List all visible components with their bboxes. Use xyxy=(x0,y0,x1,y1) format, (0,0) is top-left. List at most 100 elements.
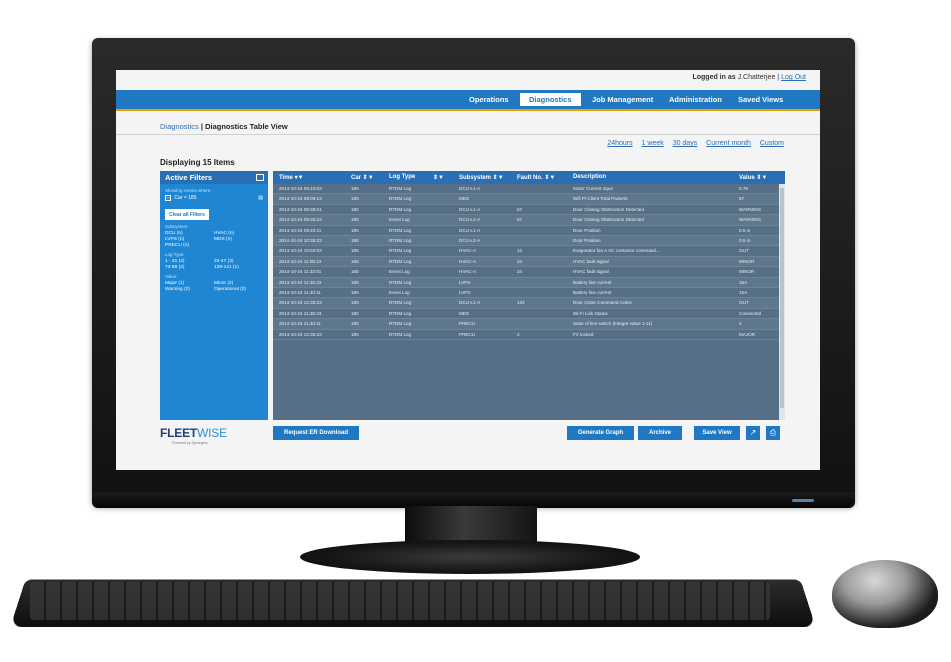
table-row[interactable]: 2014-10-24 10:50:03 185 RTDM Log HVAC-A 12 Ev… xyxy=(273,246,779,257)
table-cell: RTDM Log xyxy=(389,196,412,202)
filter-group-label: Value: xyxy=(165,274,178,279)
nav-diagnostics[interactable]: Diagnostics xyxy=(520,93,581,106)
table-cell: 0.5 m xyxy=(739,227,751,233)
nav-administration[interactable]: Administration xyxy=(669,95,722,104)
table-row[interactable]: 2014-10-24 09:40:11 185 RTDM Log DCU-L1-A Do… xyxy=(273,226,779,236)
table-cell: Event Log xyxy=(389,290,410,295)
nav-operations[interactable]: Operations xyxy=(469,95,509,104)
table-row[interactable]: 2014-10-24 11:05:13 185 RTDM Log HVAC-A 24 HV… xyxy=(273,256,779,268)
breadcrumb-current: Diagnostics Table View xyxy=(205,122,288,131)
main-nav: Operations Diagnostics Job Management Ad… xyxy=(116,90,820,111)
table-row[interactable]: 2014-10-24 11:35:23 185 RTDM Log MDS Wi-Fi L… xyxy=(273,309,779,320)
range-24hours[interactable]: 24hours xyxy=(607,140,632,147)
column-header-time[interactable]: Time ▾▼ xyxy=(279,174,304,181)
remove-filter-icon[interactable]: × xyxy=(165,195,171,201)
filter-option[interactable]: Minor (2) xyxy=(214,281,263,286)
breadcrumb-root[interactable]: Diagnostics xyxy=(160,122,199,131)
filter-option[interactable]: DCU (n) xyxy=(165,231,214,236)
filter-option[interactable]: 1 - 31 (2) xyxy=(165,259,214,264)
monitor-stand-neck xyxy=(405,506,537,544)
filter-option[interactable]: Operational (2) xyxy=(214,287,263,292)
table-cell: HVAC fault signal xyxy=(573,258,609,264)
request-er-download-button[interactable]: Request ER Download xyxy=(273,426,359,440)
print-icon[interactable]: ⎙ xyxy=(766,426,780,440)
nav-job-management[interactable]: Job Management xyxy=(592,95,653,104)
column-header-subsystem[interactable]: Subsystem ⇕▼ xyxy=(459,174,504,181)
list-icon[interactable]: = xyxy=(256,174,264,181)
column-header-fault-no[interactable]: Fault No. ⇕▼ xyxy=(517,174,555,181)
logout-link[interactable]: Log Out xyxy=(781,74,806,81)
table-cell: State of line switch (Integer value 1-11… xyxy=(573,321,653,327)
save-view-button[interactable]: Save View xyxy=(694,426,740,440)
column-header-value[interactable]: Value ⇕▼ xyxy=(739,174,767,181)
table-row[interactable]: 2014-10-24 12:35:23 185 RTDM Log PRECU 2 FV l… xyxy=(273,330,779,340)
filter-option[interactable]: MDS (n) xyxy=(214,237,263,242)
table-row[interactable]: 2014-10-24 11:35:23 185 RTDM Log LVPS Batter… xyxy=(273,277,779,288)
table-row[interactable]: 2014-10-24 12:35:23 185 RTDM Log DCU-L1-A 13… xyxy=(273,298,779,309)
keyboard-keys xyxy=(30,582,770,620)
external-link-icon[interactable]: ↗ xyxy=(746,426,760,440)
table-cell: Door Position xyxy=(573,238,601,243)
table-row[interactable]: 2014-10-24 09:35:01 185 RTDM Log DCU-L1-A 67… xyxy=(273,205,779,216)
table-cell: MAJOR xyxy=(739,331,756,337)
table-row[interactable]: 2014-10-24 08:10:03 185 RTDM Log DCU-L1-A Mo… xyxy=(273,184,779,195)
filter-option[interactable]: HVAC (n) xyxy=(214,231,263,236)
table-cell: 185 xyxy=(351,248,359,254)
range-current-month[interactable]: Current month xyxy=(706,140,751,147)
table-cell: 2014-10-24 11:40:11 xyxy=(279,290,321,295)
table-cell: Door Position xyxy=(573,227,601,233)
filters-title: Active Filters xyxy=(165,173,213,182)
filter-option[interactable]: 139-141 (1) xyxy=(214,265,263,270)
table-row[interactable]: 2014-10-24 09:09:13 185 RTDM Log MDS Wifi Pi… xyxy=(273,194,779,205)
table-cell: 0.76 xyxy=(739,186,748,191)
filter-option[interactable]: Major (1) xyxy=(165,281,214,286)
table-cell: Evaporator fan A AC contactor command... xyxy=(573,248,660,254)
table-cell: Event Log xyxy=(389,269,410,275)
table-cell: WARNING xyxy=(739,206,762,212)
table-cell: MINOR xyxy=(739,258,755,264)
filter-group-label: Log Type: xyxy=(165,252,185,257)
scrollbar-thumb[interactable] xyxy=(780,188,784,408)
table-cell: 2014-10-24 11:32:01 xyxy=(279,269,322,275)
generate-graph-button[interactable]: Generate Graph xyxy=(567,426,634,440)
table-row[interactable]: 2014-10-24 11:40:11 185 Event Log LVPS Batte… xyxy=(273,288,779,299)
sort-filter-icon[interactable]: ⇕▼ xyxy=(433,174,444,181)
table-row[interactable]: 2014-10-24 11:32:01 185 Event Log HVAC-A 24 H… xyxy=(273,267,779,278)
table-cell: RTDM Log xyxy=(389,331,412,337)
range-1-week[interactable]: 1 week xyxy=(642,140,664,147)
login-status: Logged in as J.Chatterjee | Log Out xyxy=(692,74,806,81)
table-scrollbar[interactable] xyxy=(779,184,785,420)
column-header-car[interactable]: Car ⇕▼ xyxy=(351,174,374,181)
table-row[interactable]: 2014-10-24 10:35:23 185 RTDM Log DCU-L2-A Do… xyxy=(273,236,779,247)
column-header-log-type[interactable]: Log Type xyxy=(389,174,415,180)
table-cell: RTDM Log xyxy=(389,248,412,254)
table-cell: Wi-Fi Link Status xyxy=(573,310,608,316)
user-name: J.Chatterjee xyxy=(737,74,776,81)
table-row[interactable]: 2014-10-24 09:35:23 185 Event Log DCU-L1-A 6… xyxy=(273,215,779,226)
filter-option[interactable]: 73-89 (2) xyxy=(165,265,214,270)
filter-chip: × Car = 185 ▤ xyxy=(165,195,263,201)
table-row[interactable]: 2014-10-24 11:40:11 185 RTDM Log PRECU State… xyxy=(273,319,779,330)
nav-saved-views[interactable]: Saved Views xyxy=(738,95,783,104)
filter-option[interactable]: LVPS (n) xyxy=(165,237,214,242)
table-cell: RTDM Log xyxy=(389,300,412,306)
range-30-days[interactable]: 30 days xyxy=(673,140,698,147)
column-header-description[interactable]: Description xyxy=(573,174,606,180)
archive-button[interactable]: Archive xyxy=(638,426,682,440)
table-cell: 67 xyxy=(739,196,745,202)
filter-option[interactable]: Warning (2) xyxy=(165,287,214,292)
filter-option[interactable]: 32-47 (3) xyxy=(214,259,263,264)
trash-icon[interactable]: ▤ xyxy=(258,195,263,201)
table-cell: 185 xyxy=(351,258,359,264)
table-cell: 185 xyxy=(351,269,359,275)
clear-all-filters-button[interactable]: Clear all Filters xyxy=(165,209,209,220)
table-cell: Connected xyxy=(739,310,762,316)
range-custom[interactable]: Custom xyxy=(760,140,784,147)
divider: | xyxy=(777,74,780,81)
table-cell: 185 xyxy=(351,290,359,295)
filter-option[interactable]: PRECU (n) xyxy=(165,243,214,248)
table-cell: HVAC fault signal xyxy=(573,269,609,275)
table-cell: 15A xyxy=(739,290,748,295)
table-cell: 0.5 m xyxy=(739,238,751,243)
table-cell: 185 xyxy=(351,310,359,316)
